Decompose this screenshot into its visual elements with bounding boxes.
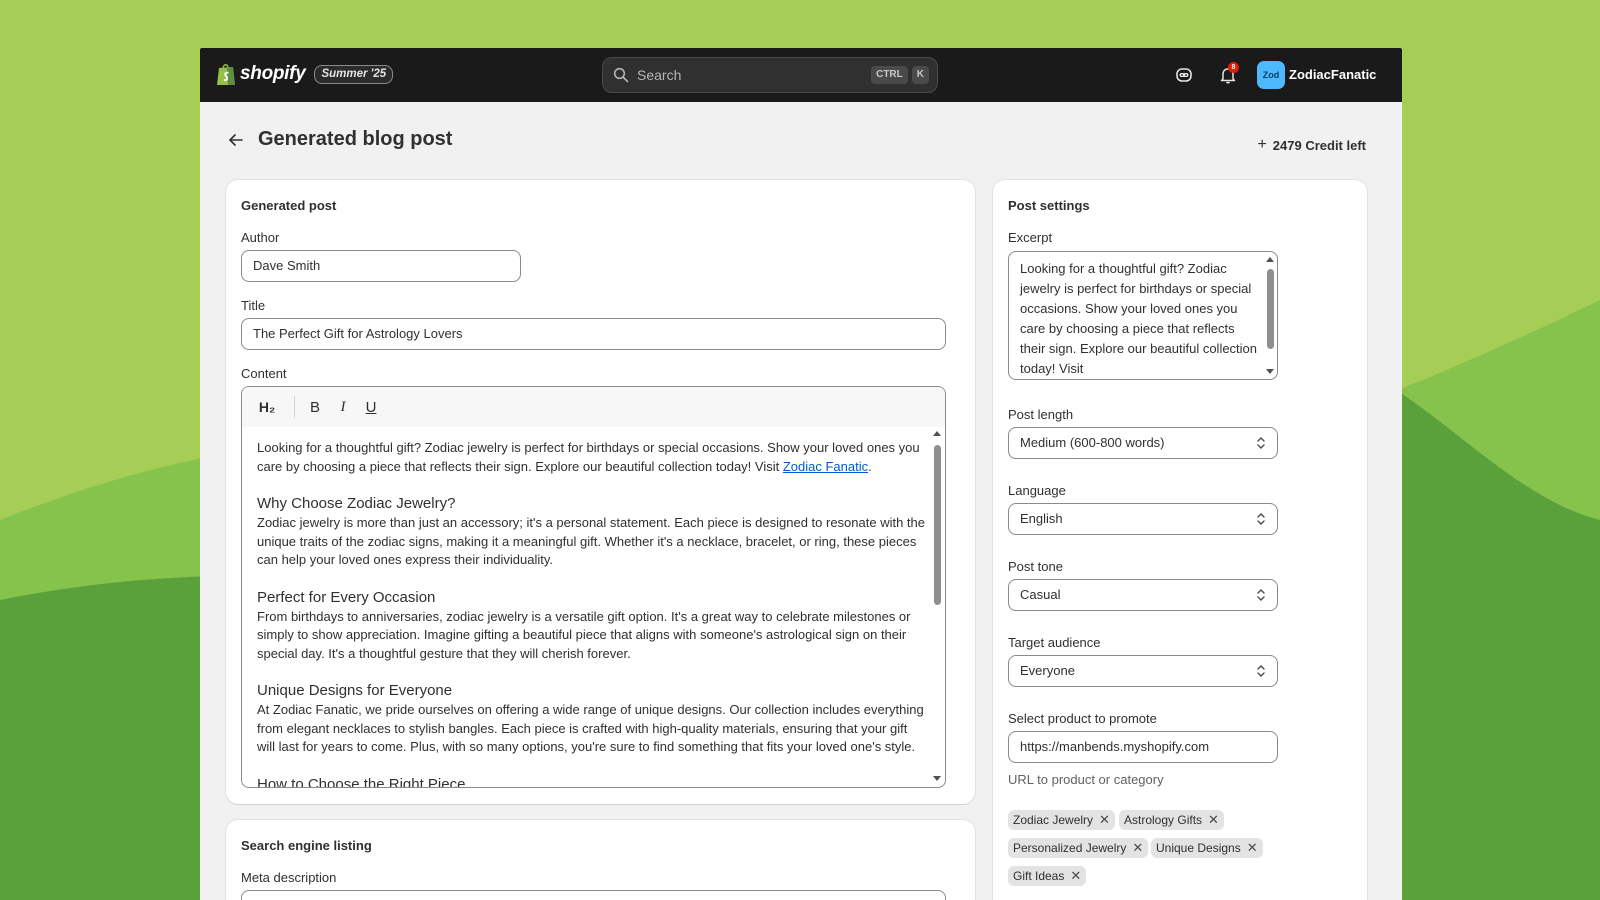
- avatar[interactable]: Zod: [1257, 61, 1285, 89]
- brand-name: shopify: [240, 63, 306, 84]
- toolbar-divider: [294, 396, 295, 418]
- editor-toolbar: H₂ B I U: [242, 387, 945, 427]
- search-bar[interactable]: Search CTRL K: [602, 57, 938, 93]
- section-body: Zodiac jewelry is more than just an acce…: [257, 515, 925, 567]
- plus-icon: +: [1257, 136, 1267, 153]
- editor-scroll-down[interactable]: [933, 776, 941, 781]
- editor-scroll-up[interactable]: [933, 431, 941, 436]
- post-tone-select[interactable]: Casual: [1008, 579, 1278, 611]
- post-tone-label: Post tone: [1008, 559, 1063, 574]
- target-audience-label: Target audience: [1008, 635, 1101, 650]
- section-body: From birthdays to anniversaries, zodiac …: [257, 608, 911, 661]
- excerpt-scroll-down[interactable]: [1266, 369, 1274, 374]
- tag-chip: Gift Ideas ✕: [1008, 866, 1087, 886]
- zodiac-fanatic-link[interactable]: Zodiac Fanatic: [783, 459, 868, 474]
- author-input[interactable]: Dave Smith: [241, 250, 521, 282]
- title-label: Title: [241, 298, 266, 313]
- post-length-label: Post length: [1008, 407, 1074, 422]
- kbd-k: K: [911, 66, 929, 84]
- section-heading: Unique Designs for Everyone: [257, 682, 453, 699]
- select-chevron-icon: [1257, 589, 1265, 601]
- excerpt-text: Looking for a thoughtful gift? Zodiac je…: [1020, 261, 1258, 376]
- post-tone-value: Casual: [1020, 587, 1061, 602]
- excerpt-textarea[interactable]: Looking for a thoughtful gift? Zodiac je…: [1008, 251, 1278, 380]
- card-title-seo: Search engine listing: [241, 838, 372, 853]
- author-label: Author: [241, 230, 280, 245]
- post-length-value: Medium (600-800 words): [1020, 435, 1165, 450]
- italic-button[interactable]: I: [331, 399, 355, 416]
- edition-badge[interactable]: Summer '25: [314, 64, 394, 84]
- remove-tag-icon[interactable]: ✕: [1099, 810, 1110, 830]
- section-heading: How to Choose the Right Piece: [257, 775, 466, 788]
- notification-badge: 8: [1228, 62, 1239, 73]
- editor-scrollbar-thumb[interactable]: [934, 445, 941, 605]
- post-length-select[interactable]: Medium (600-800 words): [1008, 427, 1278, 459]
- content-editor[interactable]: H₂ B I U Looking for a thoughtful gift? …: [241, 386, 946, 788]
- page-title: Generated blog post: [258, 128, 453, 150]
- sidekick-icon[interactable]: [1174, 65, 1194, 85]
- back-arrow-icon[interactable]: [226, 130, 246, 150]
- search-icon: [613, 67, 629, 83]
- target-audience-select[interactable]: Everyone: [1008, 655, 1278, 687]
- remove-tag-icon[interactable]: ✕: [1247, 838, 1258, 858]
- meta-description-input[interactable]: [241, 890, 946, 900]
- tag-chip: Unique Designs ✕: [1151, 838, 1263, 858]
- store-name[interactable]: ZodiacFanatic: [1289, 67, 1376, 82]
- card-title-generated-post: Generated post: [241, 198, 337, 213]
- meta-description-label: Meta description: [241, 870, 337, 885]
- select-chevron-icon: [1257, 513, 1265, 525]
- tag-chip: Personalized Jewelry ✕: [1008, 838, 1149, 858]
- product-help-text: URL to product or category: [1008, 772, 1164, 787]
- post-settings-card: Post settings Excerpt Looking for a thou…: [993, 180, 1367, 900]
- excerpt-label: Excerpt: [1008, 230, 1053, 245]
- product-url-input[interactable]: https://manbends.myshopify.com: [1008, 731, 1278, 763]
- excerpt-scroll-up[interactable]: [1266, 257, 1274, 262]
- content-label: Content: [241, 366, 287, 381]
- page-header: Generated blog post: [226, 128, 452, 151]
- remove-tag-icon[interactable]: ✕: [1070, 866, 1081, 886]
- select-chevron-icon: [1257, 437, 1265, 449]
- generated-post-card: Generated post Author Dave Smith Title T…: [226, 180, 975, 804]
- section-heading: Perfect for Every Occasion: [257, 588, 436, 606]
- shortcut-hint: CTRL K: [871, 66, 929, 84]
- intro-paragraph: Looking for a thoughtful gift? Zodiac je…: [257, 440, 920, 474]
- section-body: At Zodiac Fanatic, we pride ourselves on…: [257, 702, 924, 754]
- app-window: shopify Summer '25 Search CTRL K 8 Zod Z…: [200, 48, 1402, 900]
- excerpt-scrollbar-thumb[interactable]: [1267, 269, 1274, 349]
- product-label: Select product to promote: [1008, 711, 1157, 726]
- kbd-ctrl: CTRL: [871, 66, 908, 84]
- title-input[interactable]: The Perfect Gift for Astrology Lovers: [241, 318, 946, 350]
- tag-chip: Zodiac Jewelry ✕: [1008, 810, 1115, 830]
- language-value: English: [1020, 511, 1063, 526]
- shopify-bag-icon: [217, 64, 235, 85]
- add-credit-button[interactable]: + 2479 Credit left: [1257, 136, 1366, 154]
- credit-count: 2479 Credit left: [1272, 137, 1366, 153]
- heading-button[interactable]: H₂: [254, 399, 280, 415]
- language-label: Language: [1008, 483, 1066, 498]
- bold-button[interactable]: B: [303, 399, 327, 416]
- underline-button[interactable]: U: [359, 399, 383, 416]
- section-heading: Why Choose Zodiac Jewelry?: [257, 495, 456, 512]
- tag-chip: Astrology Gifts ✕: [1119, 810, 1224, 830]
- search-placeholder: Search: [637, 67, 682, 83]
- top-bar: shopify Summer '25 Search CTRL K 8 Zod Z…: [200, 48, 1402, 102]
- select-chevron-icon: [1257, 665, 1265, 677]
- target-audience-value: Everyone: [1020, 663, 1075, 678]
- card-title-post-settings: Post settings: [1008, 198, 1090, 213]
- editor-content[interactable]: Looking for a thoughtful gift? Zodiac je…: [257, 439, 927, 788]
- shopify-logo[interactable]: shopify Summer '25: [216, 62, 394, 86]
- language-select[interactable]: English: [1008, 503, 1278, 535]
- seo-card: Search engine listing Meta description: [226, 820, 975, 900]
- remove-tag-icon[interactable]: ✕: [1208, 810, 1219, 830]
- remove-tag-icon[interactable]: ✕: [1132, 838, 1143, 858]
